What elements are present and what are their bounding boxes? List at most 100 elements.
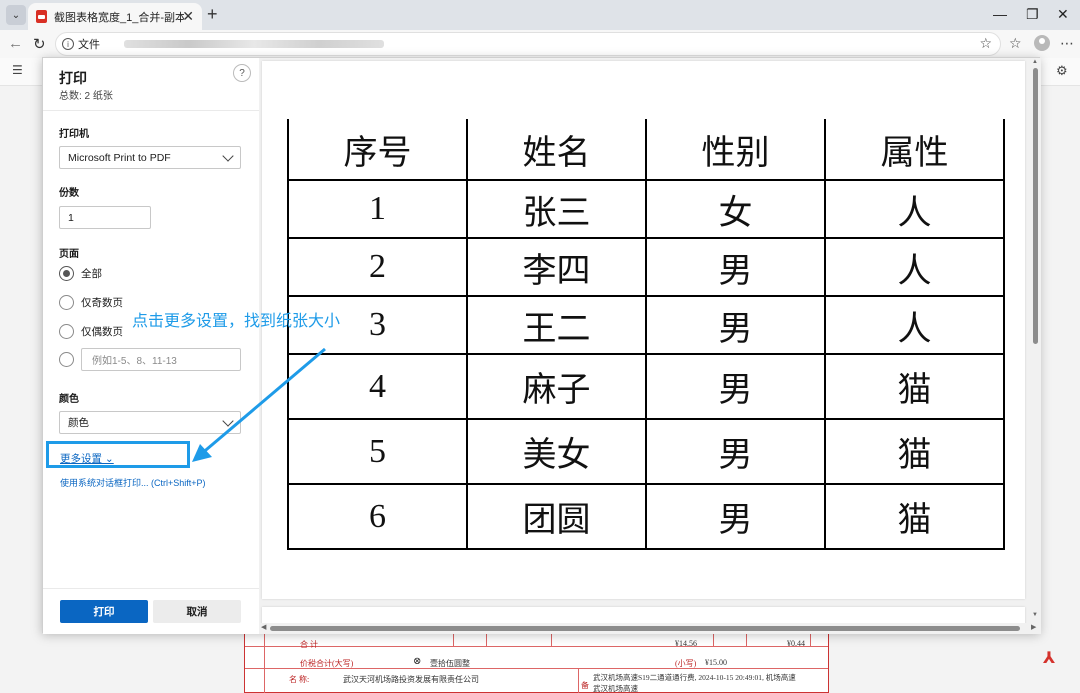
radio-unselected[interactable] bbox=[59, 295, 74, 310]
preview-page-1: 序号 姓名 性别 属性 1 张三 女 人 2 李四 男 人 3 王二 男 人 4… bbox=[262, 61, 1025, 599]
seller-name-label: 名 称: bbox=[289, 675, 310, 684]
pages-radio-custom[interactable] bbox=[59, 352, 81, 367]
radio-unselected[interactable] bbox=[59, 352, 74, 367]
table-cell: 团圆 bbox=[466, 483, 647, 550]
refresh-icon[interactable]: ↻ bbox=[33, 35, 46, 53]
table-cell: 男 bbox=[645, 483, 826, 550]
table-header-cell: 属性 bbox=[824, 119, 1005, 181]
table-cell: 6 bbox=[287, 483, 468, 550]
invoice-tax-total-label: 价税合计(大写) bbox=[300, 659, 354, 668]
tab-close-icon[interactable]: ✕ bbox=[182, 8, 194, 25]
settings-gear-icon[interactable]: ⚙ bbox=[1056, 63, 1068, 79]
restore-icon[interactable]: ❐ bbox=[1026, 6, 1039, 23]
pages-label: 页面 bbox=[59, 249, 79, 260]
help-icon[interactable]: ? bbox=[233, 64, 251, 82]
dialog-subtitle: 总数: 2 纸张 bbox=[59, 91, 113, 102]
print-dialog: 打印 总数: 2 纸张 ? 打印机 Microsoft Print to PDF… bbox=[42, 57, 1041, 634]
table-cell: 5 bbox=[287, 418, 468, 485]
copies-value: 1 bbox=[68, 211, 74, 224]
scroll-up-icon[interactable]: ▲ bbox=[1032, 59, 1038, 65]
favorite-star-icon[interactable]: ☆ bbox=[979, 35, 992, 52]
pages-radio-all[interactable]: 全部 bbox=[59, 266, 102, 281]
invoice-total-tax: ¥0.44 bbox=[787, 639, 805, 648]
scroll-right-icon[interactable]: ▶ bbox=[1031, 623, 1036, 631]
seller-name: 武汉天河机场路投资发展有限责任公司 bbox=[343, 675, 479, 684]
favorites-icon[interactable]: ☆ bbox=[1009, 35, 1022, 52]
horizontal-scroll-thumb[interactable] bbox=[270, 626, 1020, 631]
info-icon[interactable]: i bbox=[62, 38, 74, 50]
tab-list-chevron-icon[interactable]: ⌄ bbox=[6, 5, 26, 25]
table-cell: 王二 bbox=[466, 295, 647, 355]
copies-label: 份数 bbox=[59, 188, 79, 199]
table-cell: 男 bbox=[645, 295, 826, 355]
pages-option-odd: 仅奇数页 bbox=[81, 297, 123, 309]
pages-custom-input[interactable]: 例如1-5、8、11-13 bbox=[81, 348, 241, 371]
table-row: 5 美女 男 猫 bbox=[287, 418, 1005, 485]
table-row: 2 李四 男 人 bbox=[287, 237, 1005, 297]
pages-option-all: 全部 bbox=[81, 268, 102, 280]
table-row: 3 王二 男 人 bbox=[287, 295, 1005, 355]
pages-radio-odd[interactable]: 仅奇数页 bbox=[59, 295, 123, 310]
table-cell: 张三 bbox=[466, 179, 647, 239]
acrobat-icon[interactable]: ⅄ bbox=[1043, 648, 1061, 667]
contents-icon[interactable]: ☰ bbox=[12, 63, 23, 77]
printer-select-value: Microsoft Print to PDF bbox=[68, 151, 171, 164]
horizontal-scrollbar[interactable]: ◀ ▶ bbox=[259, 623, 1041, 634]
cross-circle-icon: ⊗ bbox=[413, 656, 422, 667]
pages-radio-even[interactable]: 仅偶数页 bbox=[59, 324, 123, 339]
radio-unselected[interactable] bbox=[59, 324, 74, 339]
tab-active[interactable]: 截图表格宽度_1_合并-副本.pdf ✕ bbox=[28, 3, 202, 30]
cancel-button[interactable]: 取消 bbox=[153, 600, 241, 623]
table-cell: 1 bbox=[287, 179, 468, 239]
minimize-icon[interactable]: — bbox=[993, 6, 1007, 22]
background-invoice: 合 计 ¥14.56 ¥0.44 价税合计(大写) ⊗ 壹拾伍圆整 (小写) ¥… bbox=[244, 633, 829, 693]
table-cell: 猫 bbox=[824, 483, 1005, 550]
table-cell: 男 bbox=[645, 237, 826, 297]
table-row: 6 团圆 男 猫 bbox=[287, 483, 1005, 550]
table-cell: 李四 bbox=[466, 237, 647, 297]
table-header-cell: 姓名 bbox=[466, 119, 647, 181]
table-cell: 女 bbox=[645, 179, 826, 239]
table-header-cell: 序号 bbox=[287, 119, 468, 181]
table-cell: 麻子 bbox=[466, 353, 647, 420]
print-settings-panel: 打印 总数: 2 纸张 ? 打印机 Microsoft Print to PDF… bbox=[43, 58, 259, 634]
scroll-down-icon[interactable]: ▼ bbox=[1032, 612, 1038, 618]
copies-input[interactable]: 1 bbox=[59, 206, 151, 229]
chevron-down-icon bbox=[222, 415, 234, 427]
back-arrow-icon[interactable]: ← bbox=[8, 35, 23, 52]
print-button[interactable]: 打印 bbox=[60, 600, 148, 623]
preview-table: 序号 姓名 性别 属性 1 张三 女 人 2 李四 男 人 3 王二 男 人 4… bbox=[287, 119, 1005, 550]
annotation-text: 点击更多设置，找到纸张大小 bbox=[132, 313, 341, 330]
table-cell: 人 bbox=[824, 237, 1005, 297]
remark-text: 武汉机场高速S19二通道通行费, 2024-10-15 20:49:01, 机场… bbox=[593, 673, 796, 682]
print-preview: 序号 姓名 性别 属性 1 张三 女 人 2 李四 男 人 3 王二 男 人 4… bbox=[259, 58, 1041, 634]
profile-avatar[interactable] bbox=[1034, 35, 1050, 51]
scroll-left-icon[interactable]: ◀ bbox=[261, 623, 266, 631]
pages-option-even: 仅偶数页 bbox=[81, 326, 123, 338]
invoice-tax-total-lower: ¥15.00 bbox=[705, 658, 727, 667]
system-dialog-link[interactable]: 使用系统对话框打印... (Ctrl+Shift+P) bbox=[60, 476, 206, 489]
window-close-icon[interactable]: ✕ bbox=[1057, 6, 1069, 23]
tab-bar: ⌄ 截图表格宽度_1_合并-副本.pdf ✕ + — ❐ ✕ bbox=[0, 0, 1080, 30]
remark-label: 备 bbox=[581, 681, 589, 690]
color-select-value: 颜色 bbox=[68, 417, 89, 429]
more-menu-icon[interactable]: ⋯ bbox=[1060, 35, 1074, 52]
new-tab-button[interactable]: + bbox=[207, 4, 218, 25]
tab-title: 截图表格宽度_1_合并-副本.pdf bbox=[54, 11, 184, 24]
address-bar[interactable]: i 文件 ☆ bbox=[55, 32, 1001, 56]
vertical-scroll-thumb[interactable] bbox=[1033, 68, 1038, 344]
radio-selected[interactable] bbox=[59, 266, 74, 281]
table-cell: 4 bbox=[287, 353, 468, 420]
invoice-total-label: 合 计 bbox=[300, 640, 318, 649]
table-cell: 人 bbox=[824, 179, 1005, 239]
table-cell: 男 bbox=[645, 353, 826, 420]
address-url-blurred bbox=[124, 40, 384, 48]
table-header-row: 序号 姓名 性别 属性 bbox=[287, 119, 1005, 181]
vertical-scrollbar[interactable]: ▲ ▼ bbox=[1030, 58, 1041, 634]
printer-select[interactable]: Microsoft Print to PDF bbox=[59, 146, 241, 169]
invoice-tax-total-upper: 壹拾伍圆整 bbox=[430, 659, 470, 668]
chevron-down-icon bbox=[222, 150, 234, 162]
browser-toolbar: ← ↻ i 文件 ☆ ☆ ⋯ bbox=[0, 30, 1080, 58]
color-select[interactable]: 颜色 bbox=[59, 411, 241, 434]
table-cell: 美女 bbox=[466, 418, 647, 485]
